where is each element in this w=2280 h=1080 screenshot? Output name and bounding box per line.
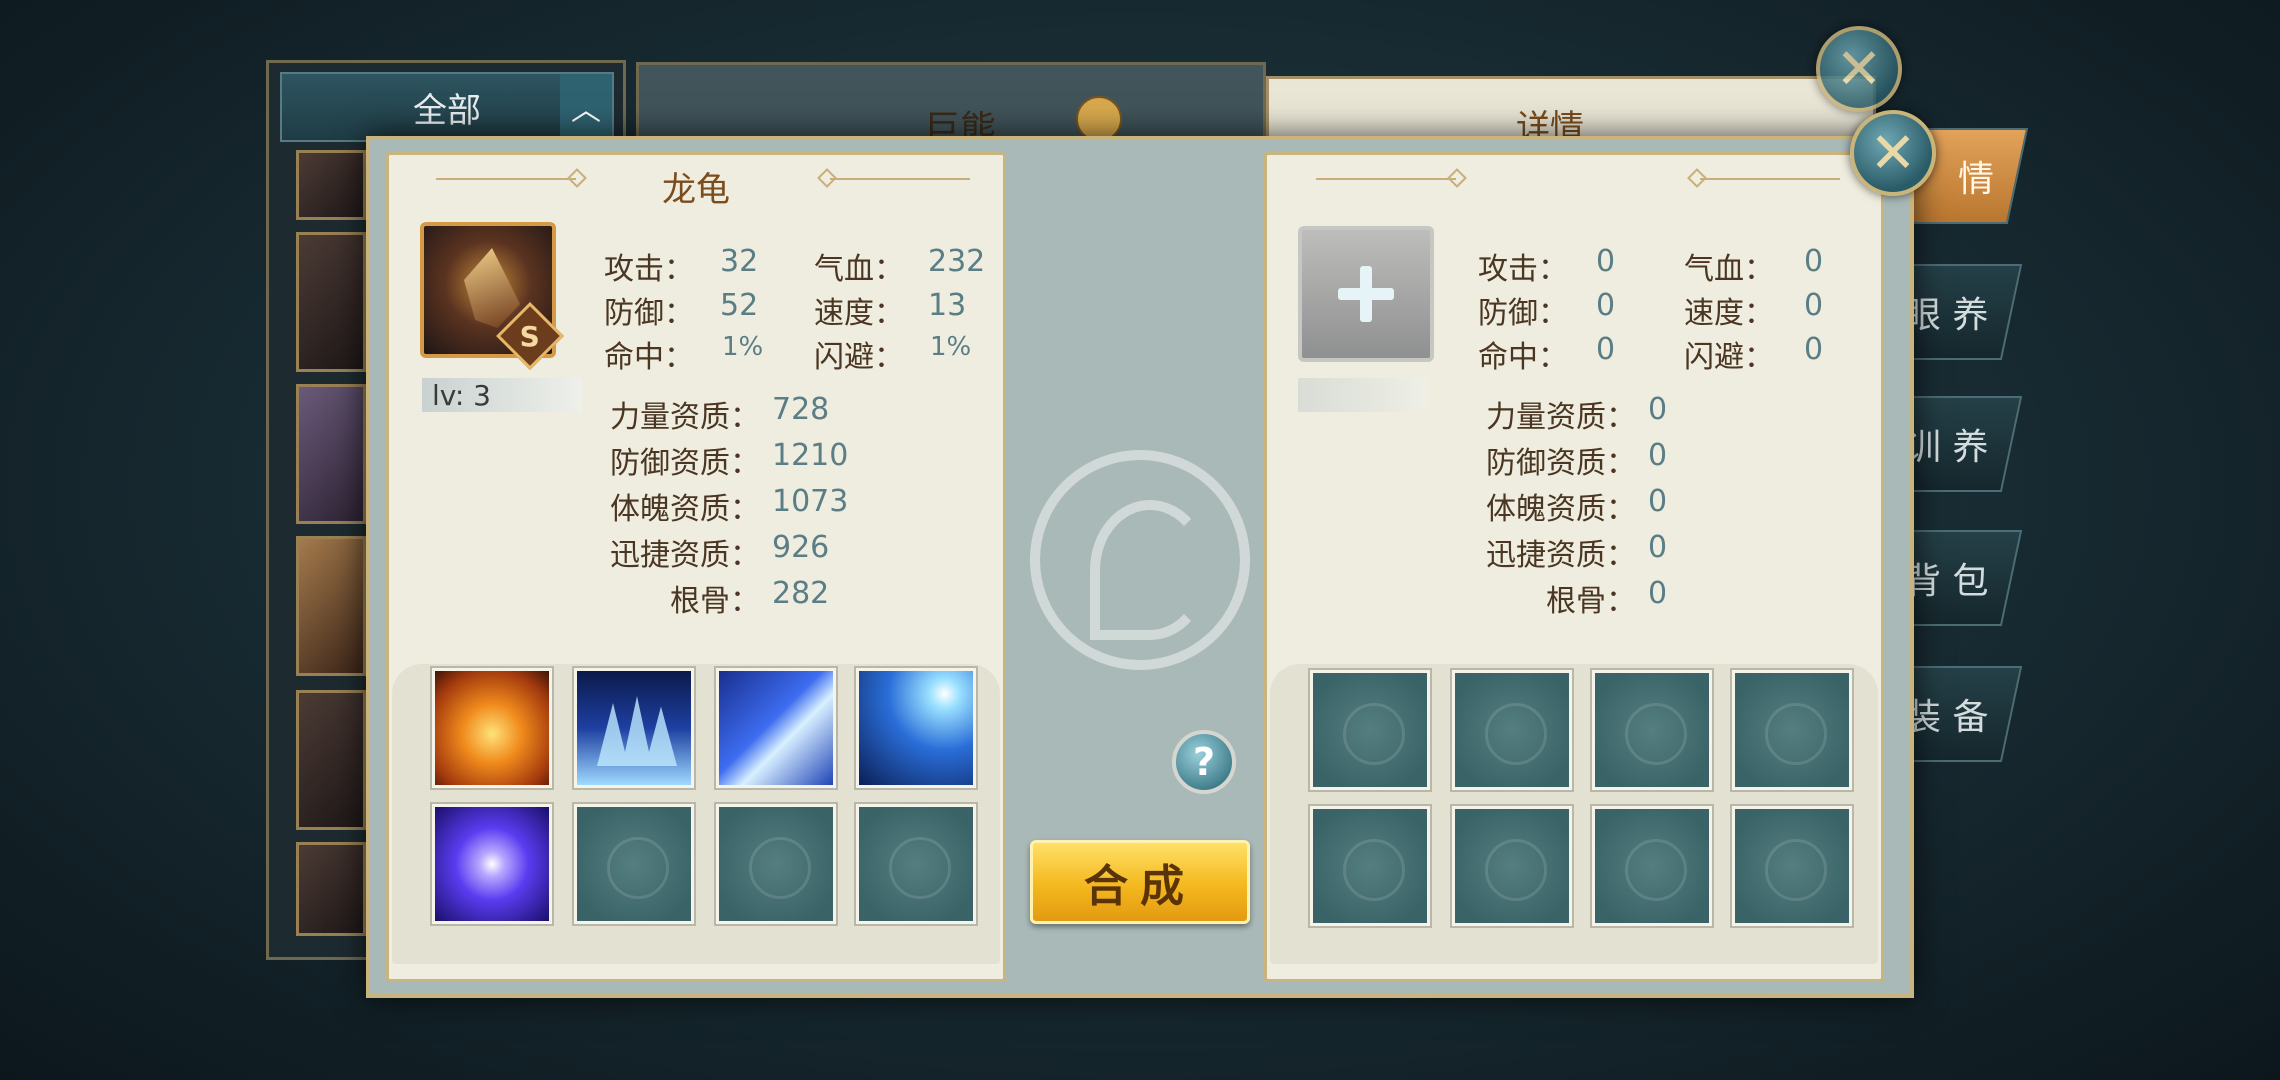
empty-skill-slot[interactable] <box>1310 670 1430 790</box>
stat-value: 1% <box>722 332 764 362</box>
left-pet-name: 龙龟 <box>662 169 730 210</box>
aptitude-value: 0 <box>1648 576 1668 611</box>
compose-button[interactable]: 合成 <box>1030 840 1250 924</box>
stat-label: 闪避： <box>1684 340 1774 375</box>
aptitude-label: 力量资质： <box>610 400 760 435</box>
arcane-orb-skill-icon[interactable] <box>432 804 552 924</box>
empty-skill-slot[interactable] <box>856 804 976 924</box>
stat-value: 1% <box>930 332 972 362</box>
aptitude-value: 0 <box>1648 392 1668 427</box>
stat-value: 52 <box>720 288 759 323</box>
aptitude-label: 防御资质： <box>610 446 760 481</box>
empty-skill-slot[interactable] <box>1732 670 1852 790</box>
pet-list-item[interactable] <box>296 232 366 372</box>
add-pet-button[interactable] <box>1298 226 1434 362</box>
empty-skill-slot[interactable] <box>1592 806 1712 926</box>
empty-level-bar <box>1298 378 1428 412</box>
empty-skill-slot[interactable] <box>1310 806 1430 926</box>
stat-label: 防御： <box>604 296 694 331</box>
aptitude-label: 根骨： <box>670 584 760 619</box>
aptitude-value: 0 <box>1648 530 1668 565</box>
empty-skill-slot[interactable] <box>1732 806 1852 926</box>
pet-list-item[interactable] <box>296 842 366 936</box>
stat-label: 攻击： <box>604 252 694 287</box>
ice-spikes-skill-icon[interactable] <box>574 668 694 788</box>
aptitude-label: 力量资质： <box>1486 400 1636 435</box>
pet-list-item[interactable] <box>296 536 366 676</box>
stat-label: 速度： <box>1684 296 1774 331</box>
thunder-storm-skill-icon[interactable] <box>856 668 976 788</box>
stat-label: 闪避： <box>814 340 904 375</box>
aptitude-label: 迅捷资质： <box>610 538 760 573</box>
stat-label: 攻击： <box>1478 252 1568 287</box>
dragon-emblem-icon <box>1030 450 1250 670</box>
stat-value: 0 <box>1804 244 1824 279</box>
empty-skill-slot[interactable] <box>574 804 694 924</box>
stat-label: 命中： <box>604 340 694 375</box>
aptitude-value: 1210 <box>772 438 849 473</box>
stat-label: 气血： <box>1684 252 1774 287</box>
aptitude-label: 根骨： <box>1546 584 1636 619</box>
stat-value: 0 <box>1804 288 1824 323</box>
pet-list-item[interactable] <box>296 690 366 830</box>
background-close-button[interactable]: ✕ <box>1816 26 1902 112</box>
stat-value: 32 <box>720 244 759 279</box>
aptitude-value: 282 <box>772 576 830 611</box>
empty-skill-slot[interactable] <box>1452 806 1572 926</box>
aptitude-label: 体魄资质： <box>610 492 760 527</box>
stat-value: 0 <box>1596 288 1616 323</box>
stat-value: 232 <box>928 244 986 279</box>
close-button[interactable]: ✕ <box>1850 110 1936 196</box>
stat-value: 0 <box>1596 332 1616 367</box>
stat-value: 13 <box>928 288 967 323</box>
aptitude-label: 迅捷资质： <box>1486 538 1636 573</box>
aptitude-value: 0 <box>1648 438 1668 473</box>
stat-label: 命中： <box>1478 340 1568 375</box>
flame-shield-skill-icon[interactable] <box>432 668 552 788</box>
aptitude-value: 1073 <box>772 484 849 519</box>
empty-skill-slot[interactable] <box>716 804 836 924</box>
empty-skill-slot[interactable] <box>1592 670 1712 790</box>
help-button[interactable]: ? <box>1172 730 1236 794</box>
aptitude-label: 防御资质： <box>1486 446 1636 481</box>
pet-level: lv: 3 <box>422 378 582 412</box>
empty-skill-slot[interactable] <box>1452 670 1572 790</box>
stat-label: 防御： <box>1478 296 1568 331</box>
stat-value: 0 <box>1596 244 1616 279</box>
aptitude-value: 926 <box>772 530 830 565</box>
stat-label: 速度： <box>814 296 904 331</box>
lightning-slash-skill-icon[interactable] <box>716 668 836 788</box>
pet-list-item[interactable] <box>296 150 366 220</box>
aptitude-value: 728 <box>772 392 830 427</box>
stat-value: 0 <box>1804 332 1824 367</box>
chevron-up-icon[interactable]: ︿ <box>560 74 612 140</box>
pet-list-item[interactable] <box>296 384 366 524</box>
aptitude-value: 0 <box>1648 484 1668 519</box>
aptitude-label: 体魄资质： <box>1486 492 1636 527</box>
stat-label: 气血： <box>814 252 904 287</box>
